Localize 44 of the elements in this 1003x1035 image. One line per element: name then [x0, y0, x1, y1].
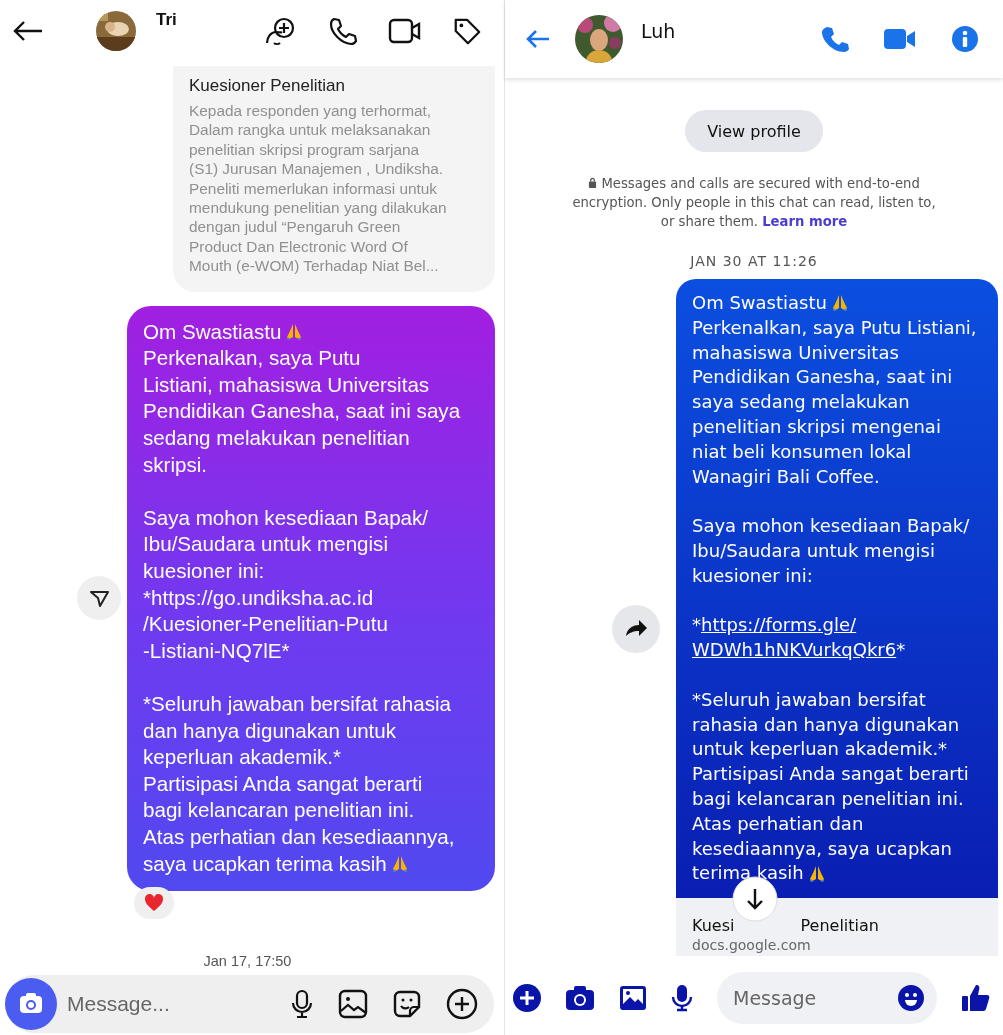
view-profile-button[interactable]: View profile [685, 110, 823, 152]
reaction-badge[interactable] [134, 887, 174, 920]
video-camera-icon[interactable] [388, 17, 422, 45]
message-field[interactable]: Message [717, 972, 937, 1024]
contact-name: Tri [156, 10, 177, 30]
info-icon[interactable] [951, 25, 979, 53]
link-title: Kuesi [692, 916, 735, 936]
sticker-icon[interactable] [392, 989, 422, 1019]
add-icon[interactable] [446, 988, 478, 1020]
share-icon[interactable] [77, 576, 121, 621]
image-icon[interactable] [619, 985, 647, 1011]
timestamp: JAN 30 AT 11:26 [690, 253, 818, 269]
timestamp: Jan 17, 17:50 [203, 953, 292, 970]
emoji-icon[interactable] [897, 984, 925, 1012]
message-text: terima kasih [692, 861, 804, 886]
microphone-icon[interactable] [671, 984, 693, 1012]
message-field[interactable]: Message... [65, 991, 266, 1017]
message-text: Perkenalkan, saya Putu Listiani, mahasiswa Universitas Pendidikan Ganesha, saat ini saya sedang melakukan penelitian skripsi mengenai niat beli konsumen lokal Wanagiri Bali Coffee. [692, 315, 977, 489]
add-icon[interactable] [513, 984, 541, 1012]
phone-icon[interactable] [328, 16, 358, 46]
contact-name: Luh [641, 20, 676, 42]
message-text: Saya mohon kesediaan Bapak/ Ibu/Saudara untuk mengisi kuesioner ini: *https://go.undiksha.ac.id /Kuesioner-Penelitian-Putu -Listiani-NQ7lE* [143, 504, 429, 664]
link-title: Penelitian [800, 916, 879, 936]
tag-icon[interactable] [452, 16, 482, 46]
back-arrow-icon[interactable] [12, 19, 44, 43]
microphone-icon[interactable] [290, 989, 314, 1019]
learn-more-link[interactable]: Learn more [762, 214, 848, 229]
heart-icon [144, 894, 164, 913]
message-text: Om Swastiastu [692, 291, 827, 315]
forward-icon[interactable] [612, 605, 660, 653]
link-title: Kuesioner Penelitian [189, 76, 346, 96]
message-link[interactable]: *https://forms.gle/ WDWh1hNKVurkqQkr6* [692, 613, 906, 663]
message-text: Saya mohon kesediaan Bapak/ Ibu/Saudara untuk mengisi kuesioner ini: [692, 514, 970, 588]
message-text: Om Swastiastu [143, 318, 282, 345]
message-text: Perkenalkan, saya Putu Listiani, mahasiswa Universitas Pendidikan Ganesha, saat ini saya sedang melakukan penelitian skripsi. [143, 345, 461, 478]
lock-icon [588, 177, 598, 188]
camera-icon[interactable] [565, 985, 595, 1011]
link-description: Kepada responden yang terhormat, Dalam rangka untuk melaksanakan penelitian skripsi program sarjana (S1) Jurusan Manajemen , Undiksha. Peneliti memerlukan informasi untuk mendukung penelitian yang dilakukan dengan judul “Pengaruh Green Product Dan Electronic Word Of Mouth (e-WOM) Terhadap Niat Bel... [189, 101, 448, 276]
image-icon[interactable] [338, 989, 368, 1019]
encryption-notice: Messages and calls are secured with end-to-end encryption. Only people in this chat can read, listen to, or share them. Learn more [571, 175, 937, 231]
message-text: saya ucapkan terima kasih [143, 850, 387, 877]
link-preview[interactable]: Kuesi Penelitian docs.google.com [676, 898, 998, 957]
link-domain: docs.google.com [692, 937, 811, 954]
thumbs-up-icon[interactable] [961, 983, 991, 1013]
